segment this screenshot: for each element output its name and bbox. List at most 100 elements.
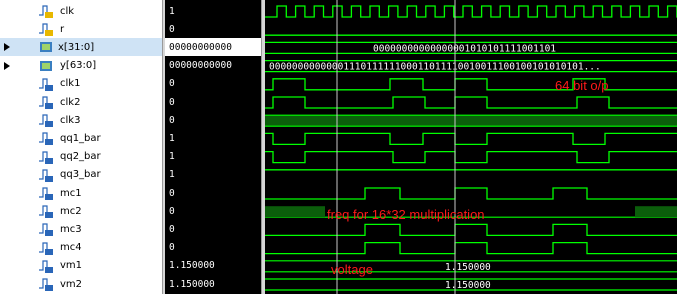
expand-arrow-icon[interactable] (4, 61, 10, 70)
clk-waveform (265, 5, 677, 18)
signal-name: qq1_bar (60, 132, 101, 144)
signal-row-qq2bar[interactable]: qq2_bar (0, 148, 162, 166)
bit-signal-icon (38, 3, 54, 19)
signal-row-r[interactable]: r (0, 20, 162, 38)
value-row[interactable]: 0 (165, 75, 261, 93)
signal-name: qq3_bar (60, 169, 101, 181)
value-row[interactable]: 00000000000 (165, 38, 261, 57)
signal-row-mc1[interactable]: mc1 (0, 184, 162, 202)
signal-row-y630[interactable]: y[63:0] (0, 57, 162, 75)
bit-signal-icon (38, 221, 54, 237)
mc1-waveform (265, 187, 677, 200)
bit-signal-icon (38, 112, 54, 128)
signal-value: 0 (169, 78, 175, 90)
signal-value: 0 (169, 187, 175, 199)
value-row[interactable]: 00000000000 (165, 57, 261, 75)
signal-row-clk1[interactable]: clk1 (0, 75, 162, 93)
signal-row-clk2[interactable]: clk2 (0, 93, 162, 111)
signal-row-x310[interactable]: x[31:0] (0, 38, 162, 57)
qq2-bar-waveform (265, 150, 677, 164)
signal-value: 0 (169, 114, 175, 126)
bit-signal-icon (38, 240, 54, 256)
signal-row-mc4[interactable]: mc4 (0, 239, 162, 257)
signal-name: x[31:0] (58, 41, 95, 53)
signal-row-clk[interactable]: clk (0, 2, 162, 20)
clk1-waveform (265, 78, 677, 91)
value-row[interactable]: 0 (165, 184, 261, 202)
signal-name: clk2 (60, 96, 81, 108)
bit-signal-icon (38, 203, 54, 219)
signal-name: mc1 (60, 187, 82, 199)
bit-signal-icon (38, 130, 54, 146)
bit-signal-icon (38, 149, 54, 165)
mc2-waveform-band (265, 206, 325, 218)
expand-arrow-icon[interactable] (4, 43, 10, 52)
signal-value: 1 (169, 169, 175, 181)
waveform-canvas[interactable]: 00000000000000001010101111001101 00000000… (265, 0, 677, 294)
bit-signal-icon (38, 167, 54, 183)
bit-signal-icon (38, 185, 54, 201)
vm2-waveform-value-text: 1.150000 (445, 280, 491, 291)
signal-value: 0 (169, 223, 175, 235)
value-row[interactable]: 0 (165, 93, 261, 111)
value-row[interactable]: 0 (165, 111, 261, 129)
bit-signal-icon (38, 258, 54, 274)
qq1-bar-waveform (265, 132, 677, 146)
value-row[interactable]: 0 (165, 20, 261, 38)
signal-row-clk3[interactable]: clk3 (0, 111, 162, 129)
signal-value: 0 (169, 23, 175, 35)
signal-value: 0 (169, 96, 175, 108)
clk2-waveform (265, 96, 677, 109)
value-row[interactable]: 1 (165, 129, 261, 147)
waveform-pane[interactable]: 00000000000000001010101111001101 00000000… (265, 0, 677, 294)
mc3-waveform (265, 223, 677, 237)
bus-signal-icon (38, 58, 54, 74)
bit-signal-icon (38, 276, 54, 292)
value-row[interactable]: 1 (165, 2, 261, 20)
signal-name: qq2_bar (60, 151, 101, 163)
value-row[interactable]: 0 (165, 239, 261, 257)
clk3-waveform-band (265, 115, 677, 127)
signal-value: 1 (169, 132, 175, 144)
signal-name: clk (60, 5, 75, 17)
signal-name: clk1 (60, 78, 81, 90)
signal-name: mc3 (60, 223, 82, 235)
bus-signal-icon (38, 39, 54, 55)
signal-row-qq3bar[interactable]: qq3_bar (0, 166, 162, 184)
value-row[interactable]: 1 (165, 148, 261, 166)
signal-value: 00000000000 (169, 60, 232, 72)
signal-row-mc3[interactable]: mc3 (0, 220, 162, 238)
signal-name: mc2 (60, 205, 82, 217)
signal-value: 1.150000 (169, 260, 215, 272)
vm1-waveform-value-text: 1.150000 (445, 262, 491, 273)
value-row[interactable]: 1.150000 (165, 257, 261, 275)
signal-name: clk3 (60, 114, 81, 126)
value-row[interactable]: 1.150000 (165, 275, 261, 293)
annotation-voltage: voltage (331, 262, 373, 277)
value-row[interactable]: 1 (165, 166, 261, 184)
signal-row-qq1bar[interactable]: qq1_bar (0, 129, 162, 147)
signal-name: y[63:0] (60, 60, 97, 72)
annotation-freq: freq for 16*32 multiplication (327, 207, 485, 222)
mc2-waveform-band (635, 206, 677, 218)
bit-signal-icon (38, 21, 54, 37)
bit-signal-icon (38, 76, 54, 92)
value-row[interactable]: 0 (165, 202, 261, 220)
signal-name: vm1 (60, 260, 83, 272)
signal-name: mc4 (60, 242, 82, 254)
x-bus-value-text: 00000000000000001010101111001101 (373, 43, 556, 54)
waveform-viewer: clk r x[31:0] y[63:0] clk1 clk2 clk3 qq1_bar qq2… (0, 0, 677, 294)
signal-row-vm2[interactable]: vm2 (0, 275, 162, 293)
signal-name: vm2 (60, 278, 83, 290)
signal-name: r (60, 23, 65, 35)
annotation-output: 64 bit o/p (555, 78, 609, 93)
signal-name-pane: clk r x[31:0] y[63:0] clk1 clk2 clk3 qq1_bar qq2… (0, 0, 162, 294)
signal-value: 0 (169, 205, 175, 217)
bit-signal-icon (38, 94, 54, 110)
signal-value: 1 (169, 5, 175, 17)
signal-value: 1 (169, 151, 175, 163)
signal-row-mc2[interactable]: mc2 (0, 202, 162, 220)
value-row[interactable]: 0 (165, 220, 261, 238)
signal-row-vm1[interactable]: vm1 (0, 257, 162, 275)
signal-value: 0 (169, 242, 175, 254)
